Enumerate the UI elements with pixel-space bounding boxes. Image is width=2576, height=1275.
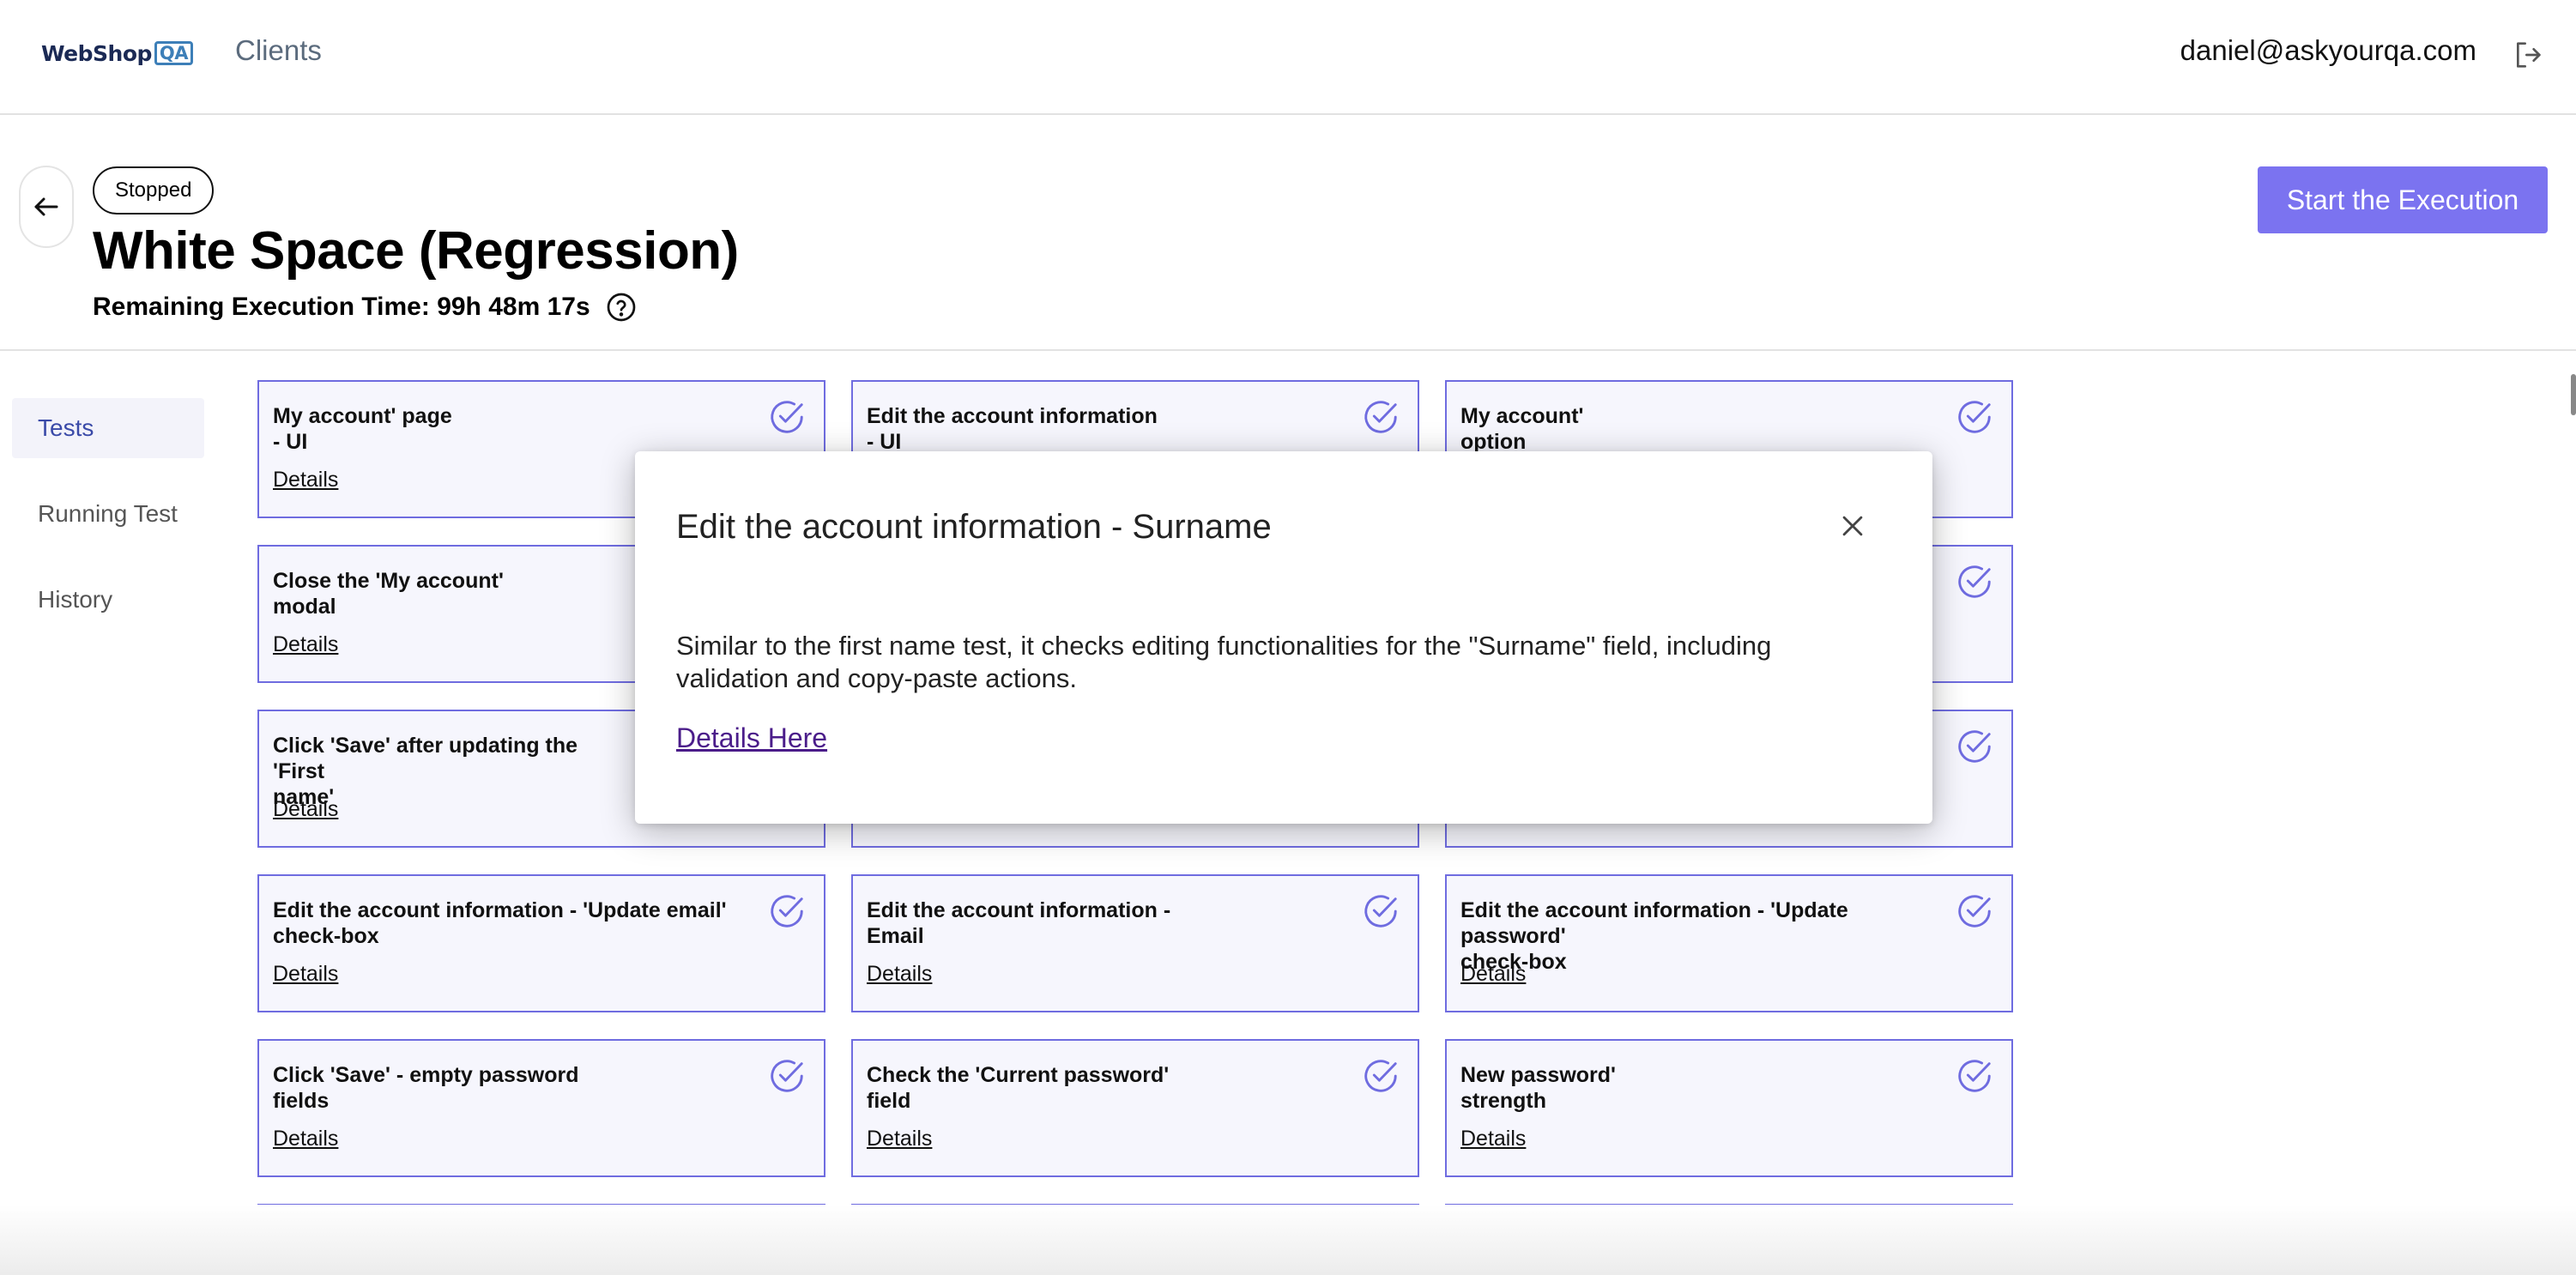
check-circle-icon [1958,565,1991,598]
details-link[interactable]: Details [1460,1127,1526,1151]
details-here-link[interactable]: Details Here [676,722,827,754]
scrollbar-thumb[interactable] [2571,374,2576,415]
back-button[interactable] [19,166,74,248]
header-divider [0,349,2576,351]
check-circle-icon [1958,1060,1991,1092]
details-link[interactable]: Details [867,1127,932,1151]
sidebar-item-tests[interactable]: Tests [12,398,204,458]
remaining-time-label: Remaining Execution Time: 99h 48m 17s [93,293,590,321]
details-link[interactable]: Details [273,468,338,492]
test-card-title: Check the 'Current password' field [867,1063,1170,1113]
status-badge: Stopped [93,166,215,215]
details-link[interactable]: Details [867,962,932,987]
test-card-title: Edit the account information - 'Update p… [1460,898,1848,974]
check-circle-icon [771,401,803,433]
logout-icon[interactable] [2511,38,2545,72]
remaining-time: Remaining Execution Time: 99h 48m 17s [93,292,637,323]
check-circle-icon [1958,730,1991,763]
test-card[interactable]: New password' strength Details [1445,1039,2013,1177]
test-card-title: My account' page - UI [273,404,452,454]
test-card-title: Edit the account information - UI [867,404,1158,454]
start-execution-button[interactable]: Start the Execution [2258,166,2548,233]
test-card-title: Click 'Save' - empty password fields [273,1063,579,1113]
test-card[interactable]: Check the 'Current password' field Detai… [851,1039,1419,1177]
logo-text: WebShop [41,40,152,66]
sidebar: Tests Running Test History [12,398,204,656]
check-circle-icon [771,1060,803,1092]
check-circle-icon [1364,401,1397,433]
test-card-title: My account' option [1460,404,1584,454]
logo-badge: QA [154,41,194,65]
sidebar-item-running-test[interactable]: Running Test [12,484,204,544]
details-link[interactable]: Details [273,962,338,987]
check-circle-icon [1958,401,1991,433]
check-circle-icon [1958,895,1991,928]
test-card[interactable]: Click 'Save' - empty password fields Det… [257,1039,825,1177]
test-card-title: Edit the account information - 'Update e… [273,898,727,948]
details-link[interactable]: Details [1460,962,1526,987]
test-card-title: Edit the account information - Email [867,898,1171,948]
page-title: White Space (Regression) [93,221,739,281]
details-link[interactable]: Details [273,1127,338,1151]
modal-title: Edit the account information - Surname [676,508,1272,546]
check-circle-icon [1364,895,1397,928]
bottom-shadow [0,1205,2576,1275]
check-circle-icon [771,895,803,928]
details-link[interactable]: Details [273,797,338,822]
test-card-title: Close the 'My account' modal [273,569,504,619]
test-card[interactable]: Edit the account information - 'Update e… [257,874,825,1012]
webshopqa-logo[interactable]: WebShop QA [41,36,194,70]
sidebar-item-history[interactable]: History [12,570,204,630]
test-details-modal: Edit the account information - Surname S… [635,451,1932,824]
top-bar: WebShop QA Clients daniel@askyourqa.com [0,0,2576,115]
help-icon[interactable] [606,292,637,323]
close-icon[interactable] [1838,511,1867,541]
test-card[interactable]: Edit the account information - 'Update p… [1445,874,2013,1012]
modal-description: Similar to the first name test, it check… [676,631,1772,693]
check-circle-icon [1364,1060,1397,1092]
test-card-title: New password' strength [1460,1063,1616,1113]
details-link[interactable]: Details [273,632,338,657]
arrow-left-icon [34,197,58,216]
nav-clients-link[interactable]: Clients [235,34,322,67]
test-card[interactable]: Edit the account information - Email Det… [851,874,1419,1012]
user-email: daniel@askyourqa.com [2180,34,2476,66]
